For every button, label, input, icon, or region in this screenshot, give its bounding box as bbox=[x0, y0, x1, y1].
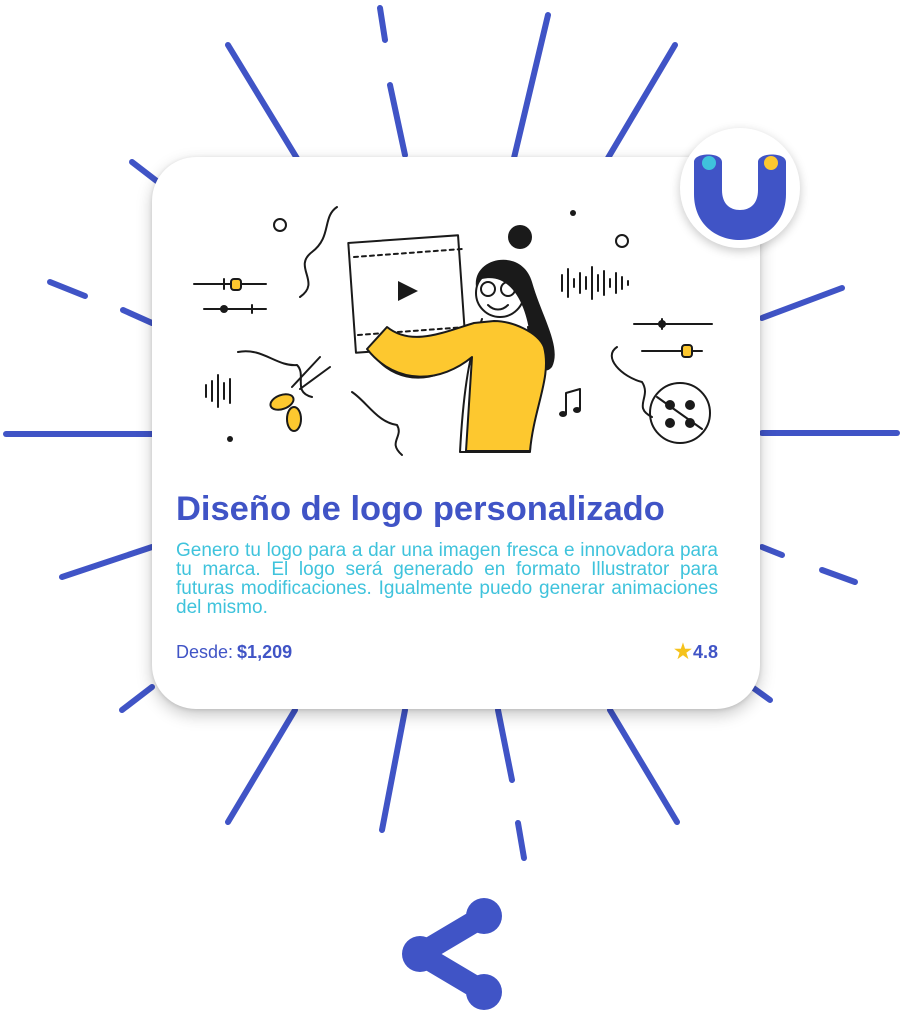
brand-logo-badge bbox=[680, 128, 800, 248]
brand-smile-logo-icon bbox=[694, 154, 786, 240]
rating-badge: ★4.8 bbox=[674, 641, 718, 663]
gig-card[interactable]: Diseño de logo personalizado Genero tu l… bbox=[152, 157, 760, 709]
card-title: Diseño de logo personalizado bbox=[176, 490, 665, 528]
share-icon[interactable] bbox=[398, 896, 506, 1012]
star-icon: ★ bbox=[674, 641, 692, 663]
price-row: Desde: $1,209 bbox=[176, 641, 292, 663]
share-preview-stage: Diseño de logo personalizado Genero tu l… bbox=[0, 0, 903, 1014]
price-label: Desde: bbox=[176, 642, 234, 662]
card-description: Genero tu logo para a dar una imagen fre… bbox=[176, 540, 718, 618]
woman-holding-video-frame-illustration bbox=[193, 206, 713, 456]
rating-value: 4.8 bbox=[692, 642, 718, 662]
price-value: $1,209 bbox=[237, 642, 293, 662]
